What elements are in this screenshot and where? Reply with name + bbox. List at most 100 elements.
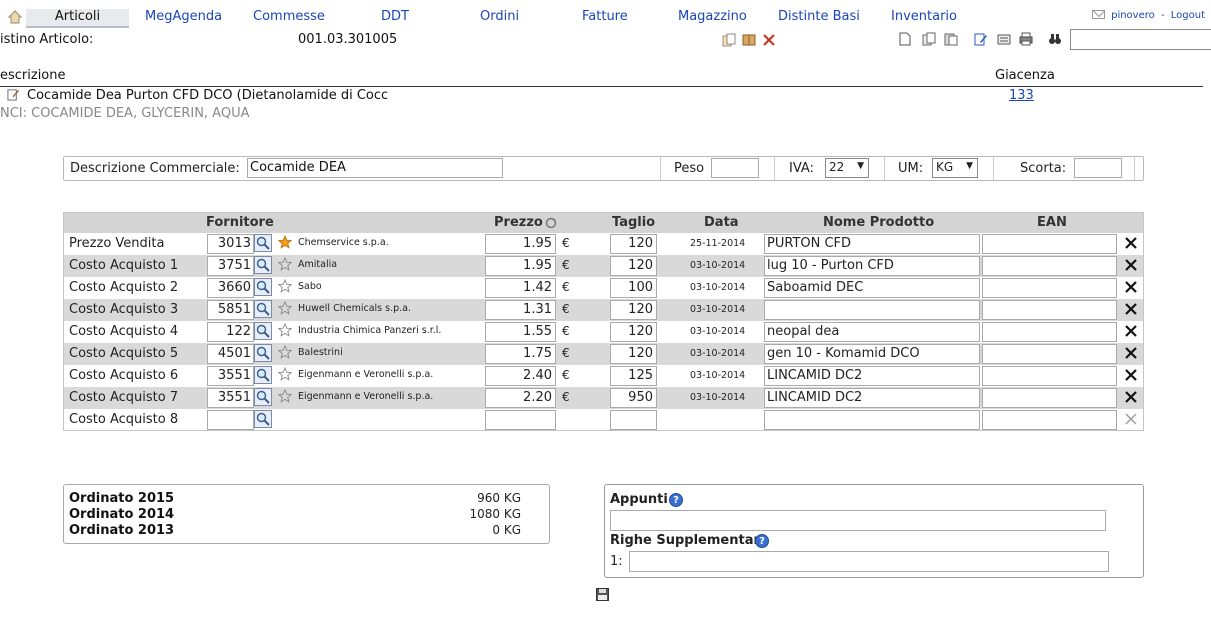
star-icon[interactable] (278, 367, 292, 381)
price-input[interactable] (485, 410, 556, 430)
taglio-input[interactable]: 120 (610, 300, 657, 320)
search-input[interactable] (1071, 30, 1211, 49)
search-supplier-icon[interactable] (254, 256, 272, 274)
ean-input[interactable] (982, 234, 1117, 254)
taglio-input[interactable]: 120 (610, 344, 657, 364)
search-supplier-icon[interactable] (254, 344, 272, 362)
export-icon[interactable] (997, 32, 1011, 46)
star-icon[interactable] (278, 323, 292, 337)
nav-tab-magazzino[interactable]: Magazzino (678, 9, 747, 24)
search-supplier-icon[interactable] (254, 234, 272, 252)
price-input[interactable]: 1.31 (485, 300, 556, 320)
scorta-input[interactable] (1074, 158, 1122, 178)
save-icon[interactable] (596, 588, 609, 601)
star-icon[interactable] (278, 257, 292, 271)
desc-commerciale-input[interactable]: Cocamide DEA (247, 158, 503, 178)
print-icon[interactable] (1019, 32, 1033, 46)
remove-row-icon[interactable] (1124, 302, 1138, 316)
search-supplier-icon[interactable] (254, 410, 272, 428)
price-input[interactable]: 1.42 (485, 278, 556, 298)
search-supplier-icon[interactable] (254, 300, 272, 318)
um-select[interactable]: KG ▼ (932, 158, 978, 178)
supplier-code-input[interactable]: 3551 (207, 366, 254, 386)
taglio-input[interactable]: 120 (610, 234, 657, 254)
remove-row-icon[interactable] (1124, 346, 1138, 360)
iva-select[interactable]: 22 ▼ (825, 158, 869, 178)
supplier-code-input[interactable] (207, 410, 254, 430)
ean-input[interactable] (982, 366, 1117, 386)
product-name-input[interactable]: lug 10 - Purton CFD (764, 256, 980, 276)
username-link[interactable]: pinovero (1111, 10, 1155, 21)
nav-tab-articoli[interactable]: Articoli (26, 9, 129, 28)
supplier-code-input[interactable]: 122 (207, 322, 254, 342)
new-document-icon[interactable] (898, 32, 912, 46)
product-name-input[interactable]: LINCAMID DC2 (764, 388, 980, 408)
search-supplier-icon[interactable] (254, 388, 272, 406)
mail-icon[interactable] (1092, 10, 1106, 19)
ean-input[interactable] (982, 388, 1117, 408)
star-icon[interactable] (278, 389, 292, 403)
ean-input[interactable] (982, 300, 1117, 320)
edit-article-icon[interactable] (7, 88, 20, 101)
taglio-input[interactable]: 100 (610, 278, 657, 298)
righe-supplementari-input[interactable] (629, 551, 1109, 572)
ean-input[interactable] (982, 344, 1117, 364)
star-icon[interactable] (278, 345, 292, 359)
product-name-input[interactable] (764, 410, 980, 430)
edit-icon[interactable] (974, 32, 988, 46)
copy-icon[interactable] (722, 33, 736, 47)
nav-tab-commesse[interactable]: Commesse (253, 9, 325, 24)
taglio-input[interactable]: 125 (610, 366, 657, 386)
duplicate-icon[interactable] (922, 32, 936, 46)
product-name-input[interactable]: LINCAMID DC2 (764, 366, 980, 386)
product-name-input[interactable]: Saboamid DEC (764, 278, 980, 298)
price-input[interactable]: 1.75 (485, 344, 556, 364)
logout-link[interactable]: Logout (1171, 10, 1205, 21)
appunti-input[interactable] (610, 510, 1106, 531)
product-name-input[interactable]: neopal dea (764, 322, 980, 342)
price-input[interactable]: 2.40 (485, 366, 556, 386)
supplier-code-input[interactable]: 3660 (207, 278, 254, 298)
taglio-input[interactable]: 950 (610, 388, 657, 408)
taglio-input[interactable] (610, 410, 657, 430)
product-name-input[interactable] (764, 300, 980, 320)
remove-row-icon[interactable] (1124, 412, 1138, 426)
star-filled-icon[interactable] (278, 235, 292, 249)
remove-row-icon[interactable] (1124, 236, 1138, 250)
remove-row-icon[interactable] (1124, 258, 1138, 272)
price-input[interactable]: 1.55 (485, 322, 556, 342)
nav-tab-ddt[interactable]: DDT (381, 9, 409, 24)
ean-input[interactable] (982, 322, 1117, 342)
price-input[interactable]: 1.95 (485, 256, 556, 276)
ean-input[interactable] (982, 256, 1117, 276)
ean-input[interactable] (982, 410, 1117, 430)
binoculars-icon[interactable] (1048, 32, 1062, 46)
supplier-code-input[interactable]: 3013 (207, 234, 254, 254)
star-icon[interactable] (278, 279, 292, 293)
recalculate-icon[interactable] (545, 217, 557, 229)
taglio-input[interactable]: 120 (610, 322, 657, 342)
nav-tab-megagenda[interactable]: MegAgenda (145, 9, 222, 24)
paste-icon[interactable] (944, 32, 958, 46)
supplier-code-input[interactable]: 4501 (207, 344, 254, 364)
nav-tab-distinte-basi[interactable]: Distinte Basi (778, 9, 860, 24)
remove-row-icon[interactable] (1124, 280, 1138, 294)
peso-input[interactable] (711, 158, 759, 178)
package-icon[interactable] (742, 32, 756, 46)
nav-tab-ordini[interactable]: Ordini (480, 9, 519, 24)
price-input[interactable]: 2.20 (485, 388, 556, 408)
nav-tab-inventario[interactable]: Inventario (891, 9, 957, 24)
nav-tab-fatture[interactable]: Fatture (582, 9, 628, 24)
star-icon[interactable] (278, 301, 292, 315)
help-icon[interactable]: ? (755, 534, 769, 548)
delete-icon[interactable] (762, 33, 776, 47)
remove-row-icon[interactable] (1124, 390, 1138, 404)
price-input[interactable]: 1.95 (485, 234, 556, 254)
product-name-input[interactable]: gen 10 - Komamid DCO (764, 344, 980, 364)
search-supplier-icon[interactable] (254, 322, 272, 340)
supplier-code-input[interactable]: 3551 (207, 388, 254, 408)
home-icon[interactable] (8, 10, 22, 24)
remove-row-icon[interactable] (1124, 368, 1138, 382)
supplier-code-input[interactable]: 3751 (207, 256, 254, 276)
search-supplier-icon[interactable] (254, 366, 272, 384)
